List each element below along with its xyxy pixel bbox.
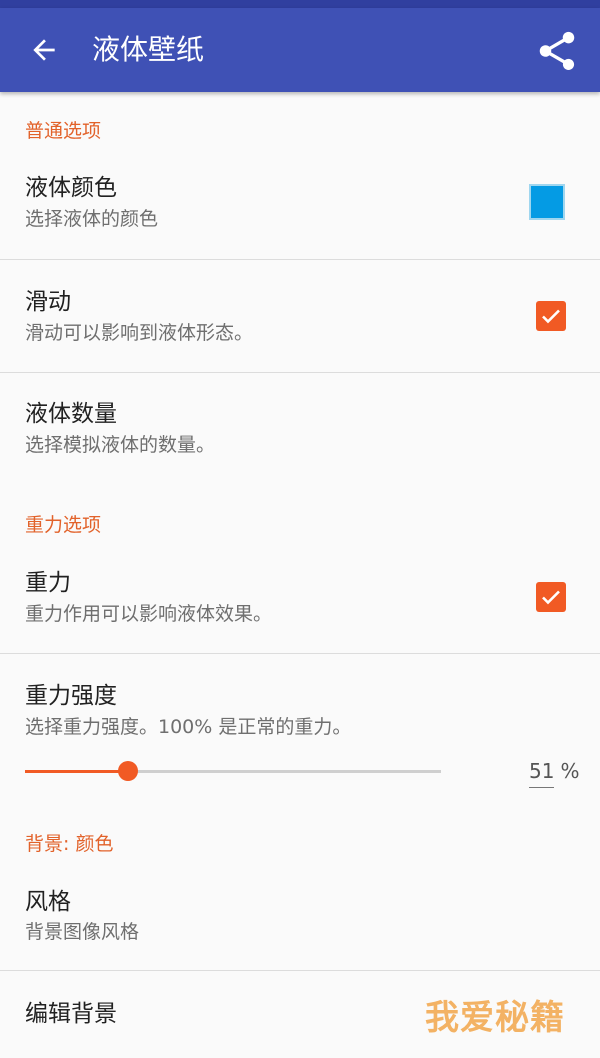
section-header-general: 普通选项	[25, 120, 102, 142]
section-header-background: 背景: 颜色	[25, 833, 114, 855]
checkmark-icon	[542, 309, 560, 324]
pref-style[interactable]: 风格 背景图像风格	[0, 872, 600, 970]
pref-summary: 背景图像风格	[25, 921, 140, 943]
gravity-strength-number: 51	[529, 759, 555, 788]
color-swatch[interactable]	[529, 184, 565, 220]
gravity-strength-value: 51%	[529, 758, 580, 788]
pref-fluid-amount[interactable]: 液体数量 选择模拟液体的数量。	[0, 373, 600, 485]
arrow-back-icon[interactable]	[28, 34, 60, 66]
app-bar: 液体壁纸	[0, 8, 600, 92]
pref-summary: 选择重力强度。100% 是正常的重力。	[25, 716, 352, 738]
pref-gravity-strength: 重力强度 选择重力强度。100% 是正常的重力。	[0, 654, 600, 804]
pref-summary: 重力作用可以影响液体效果。	[25, 603, 273, 625]
checkmark-icon	[542, 590, 560, 605]
watermark-logo: 我爱秘籍	[425, 998, 565, 1038]
pref-summary: 选择液体的颜色	[25, 208, 159, 230]
status-bar	[0, 0, 600, 8]
gravity-slider-fill	[25, 770, 128, 773]
pref-title: 液体数量	[25, 401, 117, 427]
pref-title: 重力强度	[25, 683, 117, 709]
pref-title: 编辑背景	[25, 1001, 117, 1027]
section-header-gravity: 重力选项	[25, 514, 102, 536]
pref-title: 重力	[25, 570, 71, 596]
pref-swipe[interactable]: 滑动 滑动可以影响到液体形态。	[0, 260, 600, 372]
gravity-slider-track[interactable]	[25, 770, 441, 773]
swipe-checkbox[interactable]	[536, 301, 566, 331]
pref-gravity[interactable]: 重力 重力作用可以影响液体效果。	[0, 555, 600, 653]
gravity-checkbox[interactable]	[536, 582, 566, 612]
pref-title: 滑动	[25, 289, 71, 315]
pref-summary: 滑动可以影响到液体形态。	[25, 322, 254, 344]
share-icon[interactable]	[534, 28, 580, 74]
pref-fluid-color[interactable]: 液体颜色 选择液体的颜色	[0, 160, 600, 260]
gravity-strength-unit: %	[560, 759, 580, 783]
pref-title: 液体颜色	[25, 175, 117, 201]
page-title: 液体壁纸	[92, 33, 205, 66]
pref-summary: 选择模拟液体的数量。	[25, 434, 216, 456]
gravity-slider-thumb[interactable]	[118, 761, 138, 781]
pref-title: 风格	[25, 889, 71, 915]
